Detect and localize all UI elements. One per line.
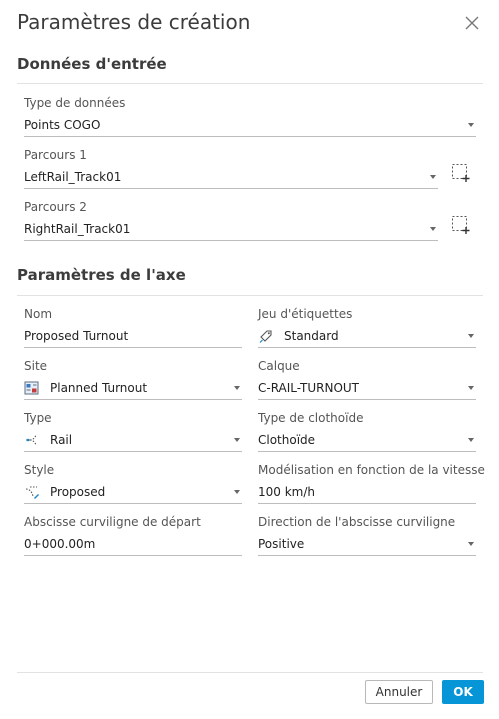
site-label: Site [24, 359, 48, 373]
chevron-down-icon [234, 385, 240, 390]
chevron-down-icon [468, 437, 474, 442]
ok-button[interactable]: OK [442, 680, 484, 704]
chevron-down-icon [234, 489, 240, 494]
layer-label: Calque [258, 359, 300, 373]
label-set-value: Standard [284, 328, 339, 343]
track1-value: LeftRail_Track01 [24, 169, 122, 184]
axis-params-heading: Paramètres de l'axe [17, 266, 186, 284]
site-dropdown[interactable]: Planned Turnout [24, 376, 242, 400]
track2-label: Parcours 2 [24, 200, 87, 214]
data-type-dropdown[interactable]: Points COGO [24, 113, 476, 137]
select-in-drawing-icon[interactable] [451, 215, 471, 235]
name-input[interactable]: Proposed Turnout [24, 324, 242, 348]
data-type-value: Points COGO [24, 117, 101, 132]
station-direction-dropdown[interactable]: Positive [258, 532, 476, 556]
chevron-down-icon [468, 385, 474, 390]
spiral-type-value: Clothoïde [258, 432, 316, 447]
chevron-down-icon [468, 333, 474, 338]
close-icon[interactable] [463, 14, 481, 32]
track1-dropdown[interactable]: LeftRail_Track01 [24, 165, 438, 189]
layer-dropdown[interactable]: C-RAIL-TURNOUT [258, 376, 476, 400]
alignment-style-icon [25, 485, 39, 499]
name-value: Proposed Turnout [24, 328, 129, 343]
section-divider [17, 295, 483, 296]
alignment-rail-icon [26, 434, 37, 445]
select-in-drawing-icon[interactable] [451, 163, 471, 183]
track1-label: Parcours 1 [24, 148, 87, 162]
site-icon [24, 381, 39, 394]
label-tag-icon [259, 329, 272, 343]
speed-modeling-value: 100 km/h [258, 484, 316, 499]
station-direction-value: Positive [258, 536, 305, 551]
chevron-down-icon [430, 226, 436, 231]
station-direction-label: Direction de l'abscisse curviligne [258, 515, 456, 529]
track2-value: RightRail_Track01 [24, 221, 131, 236]
spiral-type-label: Type de clothoïde [258, 411, 364, 425]
site-value: Planned Turnout [50, 380, 148, 395]
input-data-heading: Données d'entrée [17, 55, 167, 73]
start-station-value: 0+000.00m [24, 536, 96, 551]
dialog-title: Paramètres de création [17, 10, 251, 34]
layer-value: C-RAIL-TURNOUT [258, 380, 359, 395]
speed-modeling-input[interactable]: 100 km/h [258, 480, 476, 504]
chevron-down-icon [430, 174, 436, 179]
name-label: Nom [24, 307, 53, 321]
label-set-label: Jeu d'étiquettes [258, 307, 353, 321]
style-value: Proposed [50, 484, 106, 499]
speed-modeling-label: Modélisation en fonction de la vitesse [258, 463, 485, 477]
label-set-dropdown[interactable]: Standard [258, 324, 476, 348]
section-divider [17, 83, 483, 84]
chevron-down-icon [234, 437, 240, 442]
chevron-down-icon [468, 122, 474, 127]
type-dropdown[interactable]: Rail [24, 428, 242, 452]
start-station-input[interactable]: 0+000.00m [24, 532, 242, 556]
chevron-down-icon [468, 541, 474, 546]
data-type-label: Type de données [24, 96, 126, 110]
cancel-button[interactable]: Annuler [365, 680, 433, 704]
style-dropdown[interactable]: Proposed [24, 480, 242, 504]
track2-dropdown[interactable]: RightRail_Track01 [24, 217, 438, 241]
spiral-type-dropdown[interactable]: Clothoïde [258, 428, 476, 452]
footer-divider [17, 672, 483, 673]
type-label: Type [24, 411, 52, 425]
style-label: Style [24, 463, 55, 477]
start-station-label: Abscisse curviligne de départ [24, 515, 201, 529]
type-value: Rail [50, 432, 73, 447]
